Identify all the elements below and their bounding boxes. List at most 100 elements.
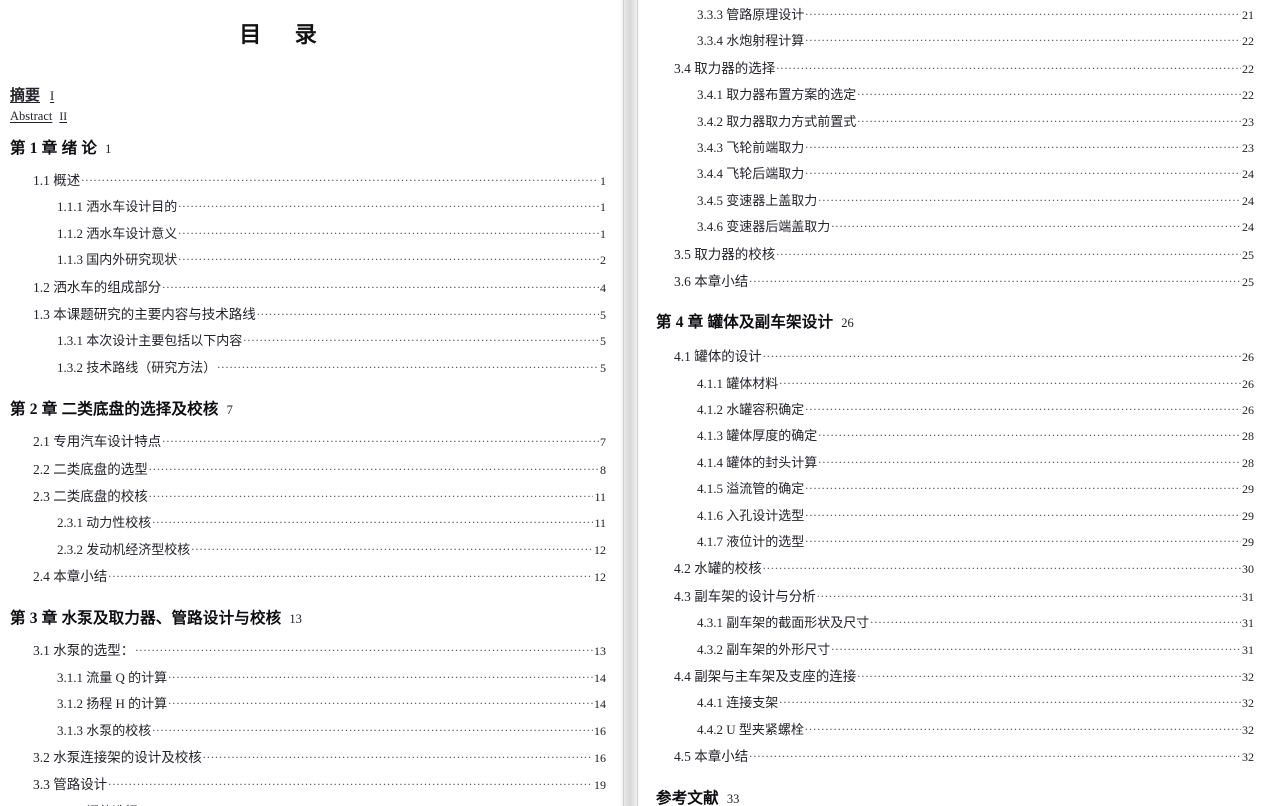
toc-entry[interactable]: 1.1 概述 1 — [0, 169, 620, 189]
toc-entry[interactable]: 2.1 专用汽车设计特点 7 — [0, 430, 620, 450]
toc-dot-leader — [168, 669, 593, 682]
toc-entry-page-number: 28 — [1242, 429, 1254, 444]
toc-entry[interactable]: 4.1.2 水罐容积确定 26 — [640, 399, 1264, 418]
toc-entry[interactable]: 3.3.4 水炮射程计算 22 — [640, 30, 1264, 49]
toc-entry[interactable]: 1.3.1 本次设计主要包括以下内容 5 — [0, 330, 620, 349]
toc-entry-page-number: 23 — [1242, 114, 1254, 129]
toc-entry[interactable]: 3.6 本章小结 25 — [640, 270, 1264, 290]
toc-entry[interactable]: 2.3.1 动力性校核 11 — [0, 512, 620, 531]
toc-entry[interactable]: 4.2 水罐的校核 30 — [640, 557, 1264, 577]
toc-chapter-gap — [0, 383, 620, 397]
toc-entry[interactable]: 4.1.7 液位计的选型 29 — [640, 531, 1264, 550]
toc-entry[interactable]: 1.1.2 洒水车设计意义 1 — [0, 223, 620, 242]
toc-entry[interactable]: 3.4.6 变速器后端盖取力 24 — [640, 216, 1264, 235]
toc-entry[interactable]: 1.3 本课题研究的主要内容与技术路线 5 — [0, 303, 620, 323]
toc-entry[interactable]: 3.5 取力器的校核 25 — [640, 243, 1264, 263]
toc-entry[interactable]: 第 3 章 水泵及取力器、管路设计与校核 13 — [0, 606, 620, 628]
toc-entry[interactable]: 4.5 本章小结 32 — [640, 745, 1264, 765]
toc-dot-leader — [818, 454, 1241, 467]
toc-entry-page-number: 19 — [594, 778, 606, 793]
toc-entry-page-number: 31 — [1242, 616, 1254, 631]
toc-entry[interactable]: 4.1.3 罐体厚度的确定 28 — [640, 425, 1264, 444]
toc-entry[interactable]: 4.4.1 连接支架 32 — [640, 692, 1264, 711]
toc-entry[interactable]: 3.4.2 取力器取力方式前置式 23 — [640, 111, 1264, 130]
toc-entry-label: 4.1.3 罐体厚度的确定 — [697, 428, 818, 444]
toc-chapter-gap — [640, 773, 1264, 786]
toc-entry-label: 3.3.1 阀的选择 — [57, 801, 138, 806]
toc-entry[interactable]: 3.3.3 管路原理设计 21 — [640, 4, 1264, 23]
toc-entry[interactable]: 1.3.2 技术路线（研究方法） 5 — [0, 357, 620, 376]
toc-dot-leader — [763, 348, 1241, 362]
toc-dot-leader — [805, 401, 1241, 414]
toc-entry[interactable]: 2.4 本章小结 12 — [0, 565, 620, 585]
toc-entry-page-number: 14 — [594, 670, 606, 685]
toc-entry[interactable]: 第 4 章 罐体及副车架设计 26 — [640, 310, 1264, 332]
toc-entry-label: 3.4 取力器的选择 — [674, 60, 776, 76]
toc-entry-label: 1.3.2 技术路线（研究方法） — [57, 359, 217, 375]
toc-entry[interactable]: 3.4 取力器的选择 22 — [640, 57, 1264, 77]
toc-entry[interactable]: 1.2 洒水车的组成部分 4 — [0, 276, 620, 296]
toc-entry[interactable]: 3.1 水泵的选型： 13 — [0, 639, 620, 659]
toc-entry-page-number: 32 — [1242, 722, 1254, 737]
toc-entry[interactable]: 3.2 水泵连接架的设计及校核 16 — [0, 746, 620, 766]
toc-dot-leader — [168, 695, 593, 708]
toc-dot-leader — [776, 59, 1241, 73]
toc-entry-label: 4.1.6 入孔设计选型 — [697, 507, 805, 523]
toc-dot-leader — [805, 480, 1241, 493]
toc-entry[interactable]: 4.1.4 罐体的封头计算 28 — [640, 452, 1264, 471]
toc-entry[interactable]: 摘要 I — [0, 84, 620, 105]
toc-entry[interactable]: 3.1.2 扬程 H 的计算 14 — [0, 693, 620, 712]
toc-dot-leader — [870, 614, 1241, 627]
toc-entry[interactable]: 4.1.5 溢流管的确定 29 — [640, 478, 1264, 497]
toc-entry[interactable]: 第 1 章 绪 论 1 — [0, 136, 620, 158]
toc-entry[interactable]: 3.3.1 阀的选择19 — [0, 801, 620, 806]
toc-entry-page-number: 4 — [600, 280, 606, 295]
toc-entry-label: 4.1.4 罐体的封头计算 — [697, 454, 818, 470]
toc-entry-label: 4.3.1 副车架的截面形状及尺寸 — [697, 615, 870, 631]
toc-entry-page-number: 24 — [1242, 167, 1254, 182]
toc-entry-label: 3.4.6 变速器后端盖取力 — [697, 219, 831, 235]
toc-dot-leader — [818, 427, 1241, 440]
toc-entry[interactable]: 4.4 副架与主车架及支座的连接 32 — [640, 665, 1264, 685]
toc-entry-label: 2.3.1 动力性校核 — [57, 515, 152, 531]
toc-entry[interactable]: 1.1.3 国内外研究现状 2 — [0, 249, 620, 268]
toc-entry[interactable]: 3.4.1 取力器布置方案的选定 22 — [640, 84, 1264, 103]
toc-entry[interactable]: 2.3.2 发动机经济型校核 12 — [0, 539, 620, 558]
toc-chapter-gap — [0, 592, 620, 606]
toc-entry-label: 4.1.5 溢流管的确定 — [697, 481, 805, 497]
toc-entry[interactable]: 4.3.2 副车架的外形尺寸 31 — [640, 639, 1264, 658]
toc-entry[interactable]: 3.4.4 飞轮后端取力 24 — [640, 163, 1264, 182]
toc-entry-label: Abstract — [10, 109, 53, 123]
toc-entry-page-number: 22 — [1242, 34, 1254, 49]
toc-entry[interactable]: 4.3.1 副车架的截面形状及尺寸 31 — [640, 612, 1264, 631]
toc-dot-leader — [162, 433, 599, 447]
right-page: 3.3.3 管路原理设计 21 3.3.4 水炮射程计算 22 3.4 取力器的选择 22… — [640, 0, 1264, 806]
toc-entry[interactable]: 2.3 二类底盘的校核 11 — [0, 485, 620, 505]
toc-entry[interactable]: 3.1.3 水泵的校核 16 — [0, 720, 620, 739]
toc-dot-leader — [243, 332, 599, 345]
toc-entry[interactable]: 4.1 罐体的设计 26 — [640, 345, 1264, 365]
toc-entry[interactable]: 3.4.3 飞轮前端取力 23 — [640, 137, 1264, 156]
toc-entry[interactable]: 4.3 副车架的设计与分析 31 — [640, 585, 1264, 605]
toc-entry-page-number: 33 — [726, 791, 740, 806]
toc-entry[interactable]: 3.1.1 流量 Q 的计算 14 — [0, 667, 620, 686]
toc-entry[interactable]: 3.4.5 变速器上盖取力 24 — [640, 190, 1264, 209]
toc-entry[interactable]: 2.2 二类底盘的选型 8 — [0, 458, 620, 478]
toc-entry[interactable]: 第 2 章 二类底盘的选择及校核 7 — [0, 397, 620, 419]
toc-entry[interactable]: 4.1.1 罐体材料 26 — [640, 373, 1264, 392]
toc-entry-label: 4.5 本章小结 — [674, 749, 749, 765]
toc-dot-leader — [831, 641, 1241, 654]
toc-entry[interactable]: Abstract II — [0, 109, 620, 124]
toc-entry-label: 3.2 水泵连接架的设计及校核 — [33, 750, 202, 766]
toc-entry[interactable]: 3.3 管路设计 19 — [0, 773, 620, 793]
toc-entry-label: 4.4.2 U 型夹紧螺栓 — [697, 721, 804, 737]
toc-dot-leader — [763, 560, 1241, 574]
toc-entry-page-number: 26 — [1242, 350, 1254, 365]
toc-entry-page-number: 2 — [600, 253, 606, 268]
toc-entry-label: 3.5 取力器的校核 — [674, 246, 776, 262]
toc-entry-label: 1.1.3 国内外研究现状 — [57, 252, 178, 268]
toc-entry[interactable]: 1.1.1 洒水车设计目的 1 — [0, 196, 620, 215]
toc-entry[interactable]: 参考文献 33 — [640, 786, 1264, 806]
toc-entry[interactable]: 4.1.6 入孔设计选型 29 — [640, 505, 1264, 524]
toc-entry[interactable]: 4.4.2 U 型夹紧螺栓 32 — [640, 719, 1264, 738]
